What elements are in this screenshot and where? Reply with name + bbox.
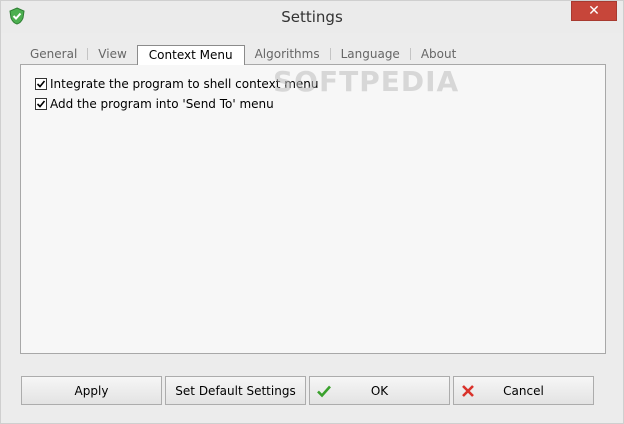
settings-window: Settings ✕ General View Context Menu Alg… xyxy=(0,0,624,424)
ok-button[interactable]: OK xyxy=(309,376,450,405)
option-shell-context-menu[interactable]: Integrate the program to shell context m… xyxy=(35,76,319,92)
option-label: Integrate the program to shell context m… xyxy=(50,77,319,91)
apply-button[interactable]: Apply xyxy=(21,376,162,405)
checkmark-icon xyxy=(36,80,46,88)
close-button[interactable]: ✕ xyxy=(571,1,617,21)
checkmark-icon xyxy=(317,385,331,398)
tab-algorithms[interactable]: Algorithms xyxy=(245,45,330,63)
option-send-to-menu[interactable]: Add the program into 'Send To' menu xyxy=(35,96,274,112)
close-icon: ✕ xyxy=(588,3,600,19)
title-bar: Settings ✕ xyxy=(1,1,623,33)
cancel-label: Cancel xyxy=(503,383,544,398)
tab-about[interactable]: About xyxy=(411,45,466,63)
checkbox[interactable] xyxy=(35,78,47,90)
cancel-button[interactable]: Cancel xyxy=(453,376,594,405)
window-title: Settings xyxy=(281,8,343,26)
set-default-settings-button[interactable]: Set Default Settings xyxy=(165,376,306,405)
tab-view[interactable]: View xyxy=(88,45,136,63)
checkmark-icon xyxy=(36,100,46,108)
tab-general[interactable]: General xyxy=(20,45,87,63)
cross-icon xyxy=(462,385,474,397)
tab-bar: General View Context Menu Algorithms Lan… xyxy=(20,44,466,65)
ok-label: OK xyxy=(370,383,389,398)
tab-context-menu[interactable]: Context Menu xyxy=(136,45,245,65)
context-menu-panel: Integrate the program to shell context m… xyxy=(20,64,606,354)
tab-language[interactable]: Language xyxy=(331,45,410,63)
checkbox[interactable] xyxy=(35,98,47,110)
option-label: Add the program into 'Send To' menu xyxy=(50,97,274,111)
